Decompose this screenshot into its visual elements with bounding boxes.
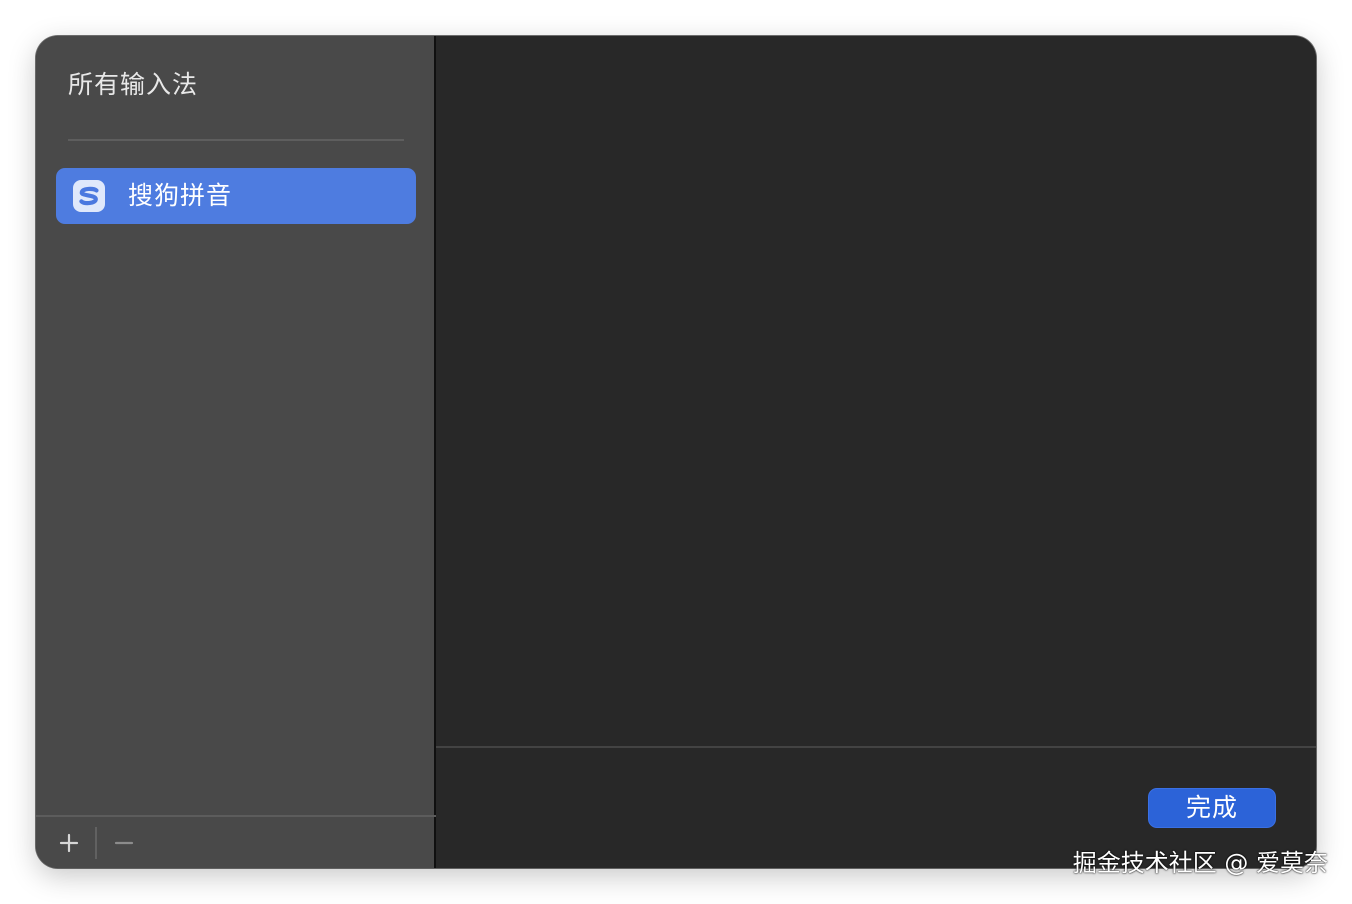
minus-icon	[114, 841, 134, 845]
plus-icon	[59, 833, 79, 853]
input-sources-sheet: 所有输入法 搜狗拼音 完成	[36, 36, 1316, 868]
add-input-source-button[interactable]	[49, 826, 89, 860]
list-item-sogou-pinyin[interactable]: 搜狗拼音	[56, 168, 416, 224]
detail-pane: 完成	[436, 36, 1316, 868]
sidebar-divider	[68, 139, 404, 141]
done-button[interactable]: 完成	[1148, 788, 1276, 828]
watermark: 掘金技术社区 @ 爱莫奈	[1072, 849, 1328, 877]
list-item-label: 搜狗拼音	[128, 181, 233, 210]
footer-separator	[95, 827, 97, 859]
sogou-icon	[73, 180, 105, 212]
sidebar-title: 所有输入法	[68, 70, 199, 99]
content-divider	[436, 746, 1316, 748]
remove-input-source-button[interactable]	[104, 826, 144, 860]
sidebar: 所有输入法 搜狗拼音	[36, 36, 436, 868]
sidebar-footer-divider	[36, 815, 436, 817]
